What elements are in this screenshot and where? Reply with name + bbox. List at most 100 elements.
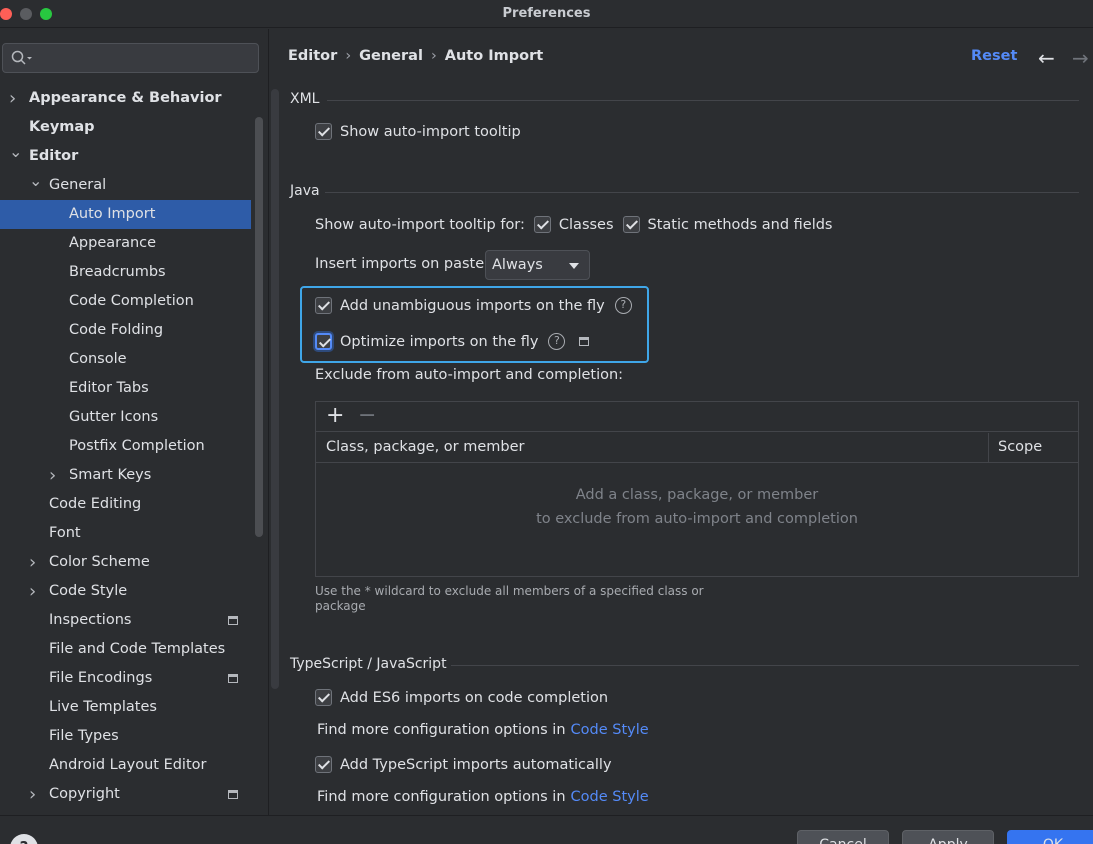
column-divider[interactable] bbox=[988, 433, 989, 463]
title-bar: Preferences bbox=[0, 0, 1093, 28]
sidebar-item[interactable]: Keymap bbox=[0, 113, 251, 142]
optimize-imports-option[interactable]: Optimize imports on the fly ? bbox=[315, 333, 590, 350]
column-header-scope[interactable]: Scope bbox=[998, 439, 1042, 455]
es6-imports-checkbox[interactable] bbox=[315, 689, 332, 706]
sidebar-item-label: Code Editing bbox=[49, 496, 142, 512]
add-icon[interactable]: + bbox=[326, 403, 344, 429]
sidebar-item[interactable]: › Appearance & Behavior bbox=[0, 84, 251, 113]
sidebar-item[interactable]: › Smart Keys bbox=[0, 461, 251, 490]
sidebar-item[interactable]: Postfix Completion bbox=[0, 432, 251, 461]
forward-arrow-icon[interactable]: → bbox=[1072, 46, 1089, 70]
exclude-label: Exclude from auto-import and completion: bbox=[315, 367, 624, 383]
column-header-class[interactable]: Class, package, or member bbox=[326, 439, 525, 455]
chevron-right-icon[interactable]: › bbox=[29, 780, 41, 809]
unambiguous-imports-label: Add unambiguous imports on the fly bbox=[340, 297, 605, 314]
sidebar-item-label: Auto Import bbox=[69, 206, 156, 222]
help-button[interactable]: ? bbox=[10, 834, 38, 844]
cancel-button[interactable]: Cancel bbox=[797, 830, 889, 844]
es6-imports-option[interactable]: Add ES6 imports on code completion bbox=[315, 689, 608, 706]
code-style-link[interactable]: Code Style bbox=[571, 722, 649, 738]
chevron-right-icon[interactable]: › bbox=[9, 84, 21, 113]
sidebar-item[interactable]: Code Editing bbox=[0, 490, 251, 519]
optimize-imports-label: Optimize imports on the fly bbox=[340, 333, 539, 350]
sidebar-item[interactable]: Font bbox=[0, 519, 251, 548]
help-icon[interactable]: ? bbox=[614, 297, 632, 314]
settings-tree: › Appearance & Behavior Keymap ⌄ Editor ⌄ Gene… bbox=[0, 84, 251, 809]
sidebar-item-label: Inspections bbox=[49, 612, 132, 628]
sidebar-item[interactable]: ⌄ General bbox=[0, 171, 251, 200]
sidebar-item[interactable]: Code Folding bbox=[0, 316, 251, 345]
sidebar-item-label: Android Layout Editor bbox=[49, 757, 207, 773]
static-methods-checkbox[interactable] bbox=[622, 216, 640, 233]
sidebar-item[interactable]: File Encodings bbox=[0, 664, 251, 693]
chevron-right-icon[interactable]: › bbox=[49, 461, 61, 490]
unambiguous-imports-option[interactable]: Add unambiguous imports on the fly ? bbox=[315, 297, 632, 314]
project-scope-icon bbox=[228, 790, 238, 799]
classes-label[interactable]: Classes bbox=[559, 217, 614, 233]
sidebar-item[interactable]: Editor Tabs bbox=[0, 374, 251, 403]
chevron-right-icon: › bbox=[345, 48, 352, 64]
reset-link[interactable]: Reset bbox=[971, 48, 1017, 64]
sidebar-item-label: File and Code Templates bbox=[49, 641, 226, 657]
sidebar-item[interactable]: Gutter Icons bbox=[0, 403, 251, 432]
back-arrow-icon[interactable]: ← bbox=[1038, 46, 1055, 70]
wildcard-hint: Use the * wildcard to exclude all member… bbox=[315, 584, 704, 613]
section-divider bbox=[451, 665, 1079, 666]
project-scope-icon bbox=[579, 337, 590, 346]
xml-show-tooltip-option[interactable]: Show auto-import tooltip bbox=[315, 123, 521, 140]
paste-label: Insert imports on paste: bbox=[315, 256, 490, 272]
exclude-table: + − Class, package, or member Scope Add … bbox=[315, 401, 1079, 577]
chevron-down-icon[interactable]: ⌄ bbox=[9, 137, 22, 166]
empty-text-line1: Add a class, package, or member bbox=[575, 487, 819, 503]
sidebar-item[interactable]: › Copyright bbox=[0, 780, 251, 809]
sidebar-item[interactable]: Auto Import bbox=[0, 200, 251, 229]
sidebar-item[interactable]: Inspections bbox=[0, 606, 251, 635]
content-scrollbar[interactable] bbox=[271, 89, 279, 689]
unambiguous-imports-checkbox[interactable] bbox=[315, 297, 332, 314]
table-toolbar: + − bbox=[316, 402, 1078, 432]
sidebar-item-label: Console bbox=[69, 351, 127, 367]
find-more-row: Find more configuration options in Code … bbox=[317, 722, 649, 738]
chevron-down-icon[interactable]: ⌄ bbox=[29, 166, 42, 195]
java-section-title: Java bbox=[290, 183, 320, 199]
search-input[interactable] bbox=[2, 43, 259, 73]
code-style-link[interactable]: Code Style bbox=[571, 789, 649, 805]
sidebar-item[interactable]: Console bbox=[0, 345, 251, 374]
checkbox-checked[interactable] bbox=[315, 123, 332, 140]
paste-dropdown[interactable]: Always bbox=[485, 250, 590, 280]
remove-icon[interactable]: − bbox=[358, 403, 376, 429]
optimize-imports-checkbox[interactable] bbox=[315, 333, 332, 350]
chevron-right-icon[interactable]: › bbox=[29, 577, 41, 606]
breadcrumb-item[interactable]: General bbox=[359, 48, 423, 64]
ok-button[interactable]: OK bbox=[1007, 830, 1093, 844]
classes-checkbox[interactable] bbox=[533, 216, 551, 233]
breadcrumb-item[interactable]: Editor bbox=[288, 48, 337, 64]
sidebar-item-label: File Encodings bbox=[49, 670, 153, 686]
ts-imports-label: Add TypeScript imports automatically bbox=[340, 756, 612, 773]
chevron-right-icon: › bbox=[430, 48, 437, 64]
ts-imports-checkbox[interactable] bbox=[315, 756, 332, 773]
sidebar-item[interactable]: Appearance bbox=[0, 229, 251, 258]
sidebar-item[interactable]: › Code Style bbox=[0, 577, 251, 606]
sidebar-scrollbar[interactable] bbox=[255, 117, 263, 537]
sidebar-item[interactable]: Live Templates bbox=[0, 693, 251, 722]
breadcrumb: Editor › General › Auto Import bbox=[288, 48, 543, 64]
sidebar-item[interactable]: Breadcrumbs bbox=[0, 258, 251, 287]
apply-button[interactable]: Apply bbox=[902, 830, 994, 844]
sidebar-item[interactable]: Android Layout Editor bbox=[0, 751, 251, 780]
project-scope-icon bbox=[228, 674, 238, 683]
sidebar-item[interactable]: File Types bbox=[0, 722, 251, 751]
ts-imports-option[interactable]: Add TypeScript imports automatically bbox=[315, 756, 612, 773]
sidebar-item[interactable]: Code Completion bbox=[0, 287, 251, 316]
help-icon[interactable]: ? bbox=[548, 333, 566, 350]
sidebar-item[interactable]: › Color Scheme bbox=[0, 548, 251, 577]
static-methods-label[interactable]: Static methods and fields bbox=[648, 217, 833, 233]
sidebar-item[interactable]: File and Code Templates bbox=[0, 635, 251, 664]
chevron-right-icon[interactable]: › bbox=[29, 548, 41, 577]
sidebar-item-label: Color Scheme bbox=[49, 554, 150, 570]
section-divider bbox=[327, 100, 1079, 101]
sidebar-item-label: Live Templates bbox=[49, 699, 157, 715]
window-title: Preferences bbox=[502, 6, 591, 21]
project-scope-icon bbox=[228, 616, 238, 625]
find-more-row: Find more configuration options in Code … bbox=[317, 789, 649, 805]
